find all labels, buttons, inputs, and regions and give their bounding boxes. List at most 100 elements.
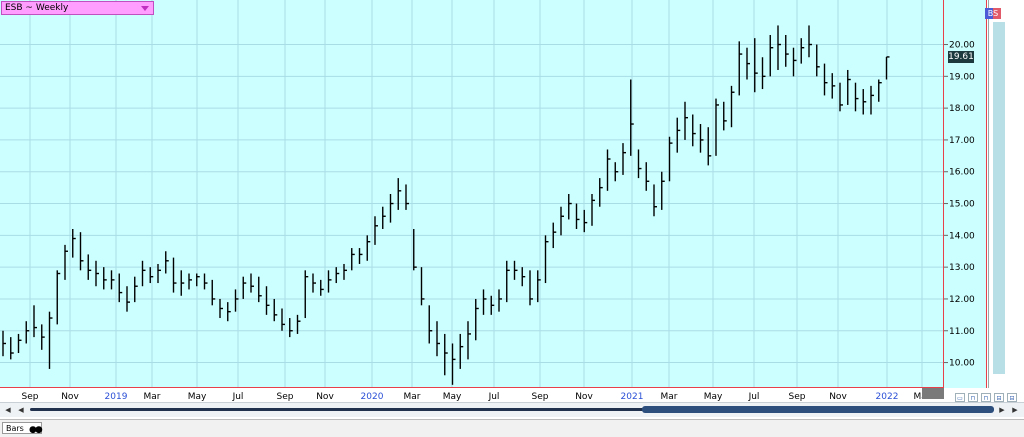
price-bar	[196, 273, 200, 287]
price-bar	[637, 149, 642, 179]
price-bar	[707, 127, 712, 166]
price-bar	[684, 101, 688, 140]
price-bar	[785, 34, 789, 67]
symbol-title: ESB ~ Weekly	[5, 3, 69, 13]
price-bar	[568, 194, 572, 220]
scale-rail[interactable]	[993, 22, 1005, 374]
price-chart	[0, 0, 944, 388]
price-bar	[583, 209, 588, 233]
price-bar	[823, 63, 828, 96]
nav-end-icon[interactable]: ▶	[1010, 405, 1020, 415]
price-bar	[459, 333, 464, 369]
nav-left-icon[interactable]: ◀	[3, 405, 13, 415]
x-tick-label: Nov	[829, 392, 847, 402]
price-bar	[343, 263, 347, 280]
price-bar	[48, 311, 53, 369]
y-tick-label: 11.00	[949, 327, 975, 337]
price-bar	[599, 178, 603, 207]
price-bar	[661, 171, 665, 210]
price-bar	[854, 82, 859, 112]
price-bar	[730, 85, 735, 128]
symbol-selector[interactable]: ESB ~ Weekly	[1, 1, 154, 15]
price-bar	[847, 69, 851, 105]
x-tick-label: Mar	[661, 392, 678, 402]
x-tick-label: Nov	[316, 392, 334, 402]
scroll-left-icon[interactable]: ◀	[16, 405, 26, 415]
chart-tool-button-3[interactable]: ⊓	[981, 393, 991, 402]
price-bar	[25, 321, 30, 344]
price-bar	[451, 343, 456, 385]
price-bar	[17, 333, 22, 354]
x-tick-label: May	[704, 392, 723, 402]
price-bar	[544, 235, 549, 284]
tool-icon: ⊟	[1009, 395, 1015, 402]
price-bar	[862, 89, 867, 115]
x-tick-label: Sep	[532, 392, 549, 402]
price-bar	[304, 270, 309, 319]
dropdown-arrow-icon[interactable]	[141, 6, 149, 11]
time-navigator[interactable]: ◀ ◀ ▶ ▶	[0, 402, 1024, 417]
price-bar	[482, 289, 487, 315]
price-bar	[808, 25, 812, 58]
x-tick-label: May	[188, 392, 207, 402]
price-bar	[645, 162, 650, 191]
chart-tool-button-1[interactable]: ▭	[955, 393, 965, 402]
price-bar	[692, 114, 696, 147]
price-bar	[335, 267, 340, 284]
y-tick-label: 12.00	[949, 295, 975, 305]
price-bar	[405, 184, 409, 210]
price-bar	[715, 98, 719, 156]
price-bar	[513, 260, 518, 280]
price-bar	[475, 298, 479, 341]
x-tick-label: 2020	[361, 392, 384, 402]
axis-corner-box	[922, 388, 944, 399]
chart-tool-button-2[interactable]: ⊓	[968, 393, 978, 402]
price-bar	[103, 267, 107, 290]
chart-tool-button-4[interactable]: ⊟	[994, 393, 1004, 402]
price-bar	[614, 162, 619, 182]
price-bar	[444, 333, 448, 376]
price-bar	[606, 149, 611, 191]
bottom-tab-bar: Bars ●●	[0, 419, 1024, 437]
price-bar	[699, 124, 704, 153]
tab-bars[interactable]: Bars ●●	[2, 422, 43, 435]
price-bar	[72, 228, 76, 258]
price-bar	[33, 305, 37, 338]
x-tick-label: Nov	[61, 392, 79, 402]
chart-tool-button-5[interactable]: ⊟	[1007, 393, 1017, 402]
x-tick-label: May	[443, 392, 462, 402]
price-bar	[219, 298, 223, 319]
scroll-right-icon[interactable]: ▶	[997, 405, 1007, 415]
x-tick-label: Jul	[748, 392, 760, 402]
price-bar	[777, 25, 781, 70]
price-bar	[172, 257, 177, 293]
tool-icon: ⊟	[996, 395, 1002, 402]
price-bar	[839, 82, 843, 112]
date-axis: Sep Nov 2019 Mar May Jul Sep Nov 2020 Mar May Jul Se…	[22, 392, 931, 402]
price-bar	[397, 178, 402, 210]
price-bar	[878, 79, 882, 102]
price-bar	[41, 324, 45, 350]
tool-icon: ⊓	[983, 395, 989, 402]
y-tick-label: 19.00	[949, 72, 975, 82]
price-bar	[792, 47, 797, 77]
tool-icon: ▭	[957, 395, 963, 402]
buy-sell-badge[interactable]: BS	[985, 8, 1001, 19]
axis-divider	[986, 0, 987, 388]
price-bar	[521, 267, 526, 287]
price-bar	[327, 270, 332, 293]
price-bar	[312, 273, 316, 293]
x-tick-label: 2022	[876, 392, 899, 402]
price-bar	[79, 232, 84, 271]
price-bar	[110, 270, 115, 290]
price-bar	[141, 260, 146, 287]
price-bar	[180, 270, 185, 296]
price-bar	[622, 143, 626, 175]
price-bar	[95, 260, 99, 287]
price-bar	[738, 41, 743, 96]
tab-bars-label: Bars	[6, 424, 24, 433]
y-tick-label: 14.00	[949, 231, 975, 241]
navigator-thumb[interactable]	[642, 406, 994, 413]
chart-plot-area[interactable]	[0, 0, 944, 388]
vertical-scale-scrollbar[interactable]	[988, 0, 1009, 388]
